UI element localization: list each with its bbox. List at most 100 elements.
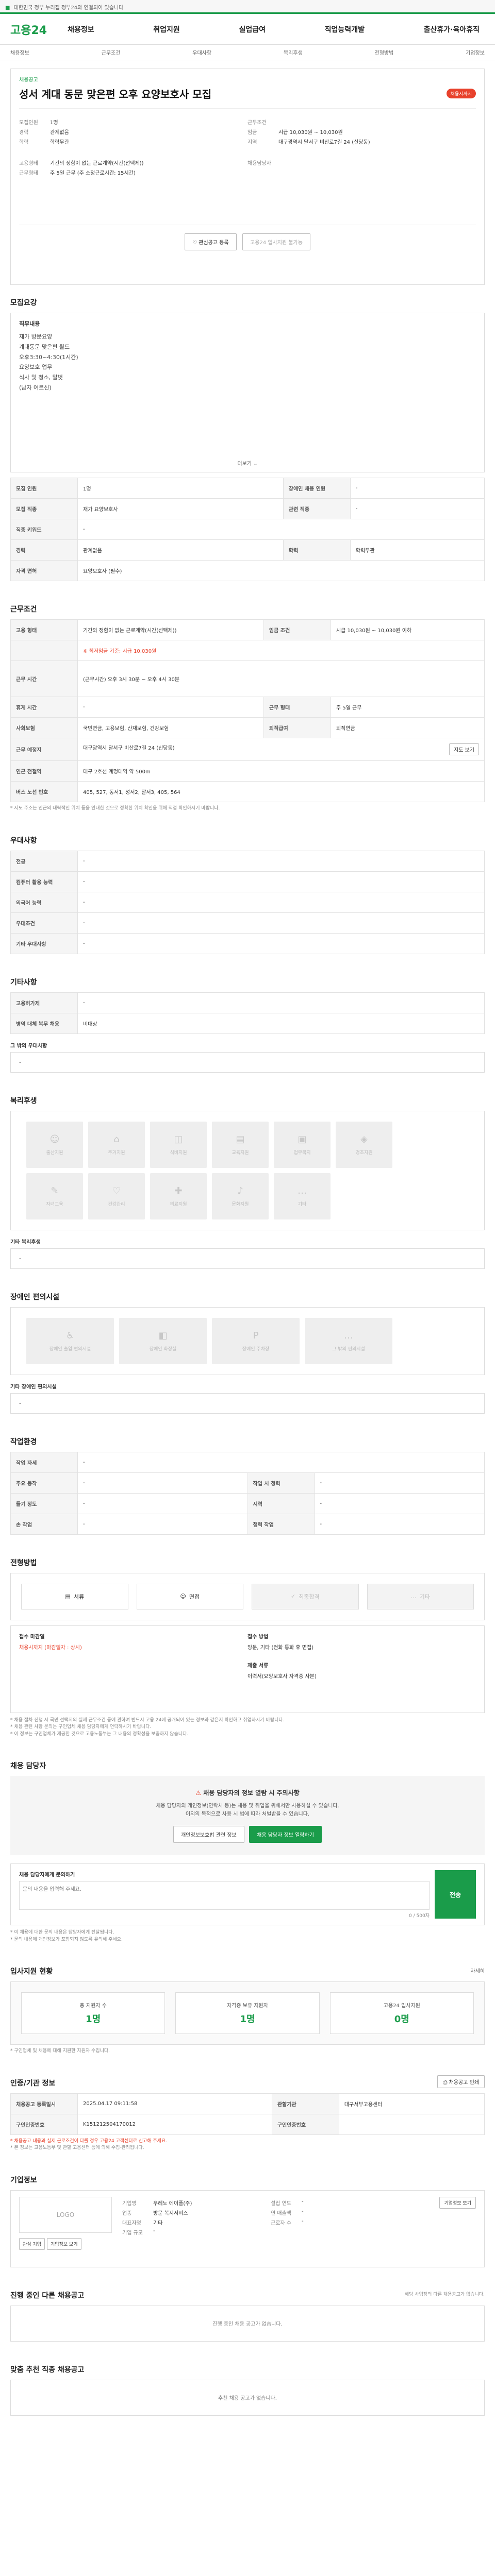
alert-icon: ⚠ <box>195 1789 204 1797</box>
warning-line: 채용 담당자의 개인정보(연락처 등)는 채용 및 취업을 위해서만 사용하실 … <box>156 1803 339 1809</box>
recruit-section: 모집요강 직무내용 재가 방문요양 계대동문 맞은편 월드 오후3:30~4:3… <box>0 290 495 581</box>
summary-value: 대구광역시 달서구 비산로7길 24 (신당동) <box>278 140 370 145</box>
table-header: 고용허가제 <box>10 992 78 1013</box>
tab-process[interactable]: 전형방법 <box>375 48 394 56</box>
welfare-title: 복리후생 <box>10 1096 37 1105</box>
table-cell: 2025.04.17 09:11:58 <box>77 2093 272 2114</box>
table-row: 주요 동작 - 작업 시 청력 - <box>10 1472 485 1494</box>
apply-disabled-button[interactable]: 고용24 입사지원 불가능 <box>242 233 310 250</box>
summary-key: 경력 <box>19 130 29 135</box>
company-info-button[interactable]: 기업정보 보기 <box>46 2238 81 2250</box>
more-button[interactable]: 더보기 ⌄ <box>11 459 484 467</box>
summary-key: 모집인원 <box>19 120 38 126</box>
chevron-down-icon: ⌄ <box>253 461 258 467</box>
other-jobs-empty: 진행 중인 채용 공고가 없습니다. <box>10 2305 485 2342</box>
gov-banner-text: 대한민국 정부 누리집 정부24와 연결되어 있습니다 <box>13 5 124 11</box>
disability-grid: ♿ 장애인 출입 편의시설 ◧ 장애인 화장실 P 장애인 주차장 … 그 밖의 편의시… <box>26 1317 469 1364</box>
job-desc-box: 직무내용 재가 방문요양 계대동문 맞은편 월드 오후3:30~4:30(1시간… <box>10 313 485 472</box>
company-key: 근로자 수 <box>271 2220 291 2226</box>
privacy-info-button[interactable]: 개인정보보호법 관련 정보 <box>173 1826 244 1843</box>
company-value: - <box>153 2228 155 2234</box>
table-header: 전공 <box>10 850 78 872</box>
disability-label: 장애인 출입 편의시설 <box>49 1346 91 1352</box>
table-cell: 대구광역시 달서구 비산로7길 24 (신당동) 지도 보기 <box>77 738 485 761</box>
welfare-item: ▤ 교육지원 <box>212 1121 269 1168</box>
table-header: 작업 시 청력 <box>247 1472 315 1494</box>
process-section: 전형방법 ▤ 서류 ☺ 면접 ✓ 최종합격 … 기타 접수 마감일 채용시까지 (마감일… <box>0 1550 495 1738</box>
other-jobs-section: 진행 중인 다른 채용공고 해당 사업장의 다른 채용공고가 없습니다. 진행 … <box>0 2283 495 2342</box>
tab-preference[interactable]: 우대사항 <box>192 48 211 56</box>
nav-jobs[interactable]: 채용정보 <box>68 24 94 35</box>
tab-welfare[interactable]: 복리후생 <box>284 48 303 56</box>
tab-conditions[interactable]: 근무조건 <box>102 48 121 56</box>
documents-value: 이력서(요양보호사 자격증 사본) <box>248 1673 317 1680</box>
table-cell: - <box>77 912 485 934</box>
welfare-item: ♡ 건강관리 <box>88 1173 145 1219</box>
site-logo[interactable]: 고용24 <box>10 21 47 38</box>
table-header: 우대조건 <box>10 912 78 934</box>
company-key: 연 매출액 <box>271 2210 291 2216</box>
table-header: 사회보험 <box>10 717 78 738</box>
summary-key: 고용형태 <box>19 161 38 166</box>
preference-section: 우대사항 전공 - 컴퓨터 활용 능력 - 외국어 능력 - 우대조건 - 기타 우대사… <box>0 828 495 954</box>
company-value: 우레노 에이플(주) <box>153 2200 192 2207</box>
manage-note: * 채용공고 내용과 실제 근로조건이 다를 경우 고용24 고객센터로 신고해… <box>10 2138 168 2144</box>
table-cell: - <box>77 992 485 1013</box>
job-desc-line: 계대동문 맞은편 월드 <box>19 343 70 350</box>
etc-table: 고용허가제 - 병역 대체 복무 채용 비대상 <box>10 992 485 1034</box>
company-side-button[interactable]: 기업정보 보기 <box>439 2196 476 2209</box>
recommend-section: 맞춤 추천 직종 채용공고 추천 채용 공고가 없습니다. <box>0 2357 495 2416</box>
applicant-stat: 총 지원자 수 1명 <box>21 1992 166 2034</box>
table-row: 인근 전철역 대구 2호선 계명대역 약 500m <box>10 760 485 782</box>
contact-title: 채용 담당자 <box>10 1762 46 1770</box>
nav-parental-leave[interactable]: 출산휴가·육아휴직 <box>424 24 480 35</box>
disability-item: … 그 밖의 편의시설 <box>305 1317 392 1364</box>
applicants-more-link[interactable]: 자세히 <box>470 1967 485 1974</box>
table-header: 모집 인원 <box>10 478 78 499</box>
map-button[interactable]: 지도 보기 <box>449 743 479 755</box>
welfare-label: 자녀교육 <box>46 1201 63 1207</box>
welfare-label: 주거지원 <box>108 1150 125 1156</box>
table-cell: - <box>314 1513 485 1535</box>
process-note: * 채용 관련 사항 문의는 구인업체 채용 담당자에게 연락하시기 바랍니다. <box>10 1724 152 1730</box>
inquiry-textarea[interactable] <box>19 1881 430 1910</box>
tab-company[interactable]: 기업정보 <box>466 48 485 56</box>
welfare-label: 경조지원 <box>355 1150 373 1156</box>
nav-employment-support[interactable]: 취업지원 <box>153 24 180 35</box>
more-label: 더보기 <box>237 461 252 467</box>
interest-button[interactable]: ♡ 관심공고 등록 <box>185 233 237 250</box>
table-cell: - <box>77 1513 248 1535</box>
inquiry-send-button[interactable]: 전송 <box>435 1870 476 1919</box>
company-interest-button[interactable]: 관심 기업 <box>19 2238 45 2250</box>
etc-title: 기타사항 <box>10 978 37 987</box>
nav-vocational-training[interactable]: 직업능력개발 <box>325 24 365 35</box>
table-header: 주요 동작 <box>10 1472 78 1494</box>
table-header: 인근 전철역 <box>10 760 78 782</box>
heart-icon: ♡ <box>192 240 199 246</box>
summary-value: 시급 10,030원 ~ 10,030원 <box>278 130 343 135</box>
min-wage-note: ※ 최저임금 기준: 시급 10,030원 <box>77 640 485 661</box>
table-cell: 퇴직연금 <box>330 717 485 738</box>
table-cell: 대구서부고용센터 <box>338 2093 485 2114</box>
recruit-title: 모집요강 <box>10 299 37 307</box>
print-button[interactable]: ⎙ 채용공고 인쇄 <box>437 2075 485 2088</box>
warning-text: 채용 담당자의 개인정보(연락처 등)는 채용 및 취업을 위해서만 사용하실 … <box>23 1802 472 1819</box>
manage-notes: * 채용공고 내용과 실제 근로조건이 다를 경우 고용24 고객센터로 신고해… <box>10 2138 485 2152</box>
school-icon: ✎ <box>51 1185 59 1196</box>
job-desc-line: (남자 어르신) <box>19 384 52 391</box>
welfare-label: 교육지원 <box>232 1150 249 1156</box>
disability-item: P 장애인 주차장 <box>212 1317 300 1364</box>
table-cell: - <box>77 933 485 954</box>
deadline-label: 접수 마감일 <box>19 1634 45 1640</box>
tab-recruit[interactable]: 채용정보 <box>10 48 29 56</box>
company-key: 기업 규모 <box>122 2230 143 2236</box>
disability-label: 그 밖의 편의시설 <box>332 1346 365 1352</box>
print-label: 채용공고 인쇄 <box>449 2080 479 2086</box>
company-title: 기업정보 <box>10 2176 37 2184</box>
nav-unemployment-benefit[interactable]: 실업급여 <box>239 24 266 35</box>
recommend-title: 맞춤 추천 직종 채용공고 <box>10 2365 85 2374</box>
process-step-label: 면접 <box>189 1593 200 1600</box>
table-row: 작업 자세 - <box>10 1451 485 1473</box>
contact-notes: * 이 채용에 대한 문의 내용은 담당자에게 전달됩니다. * 문의 내용에 … <box>10 1929 485 1943</box>
view-contact-button[interactable]: 채용 담당자 정보 열람하기 <box>249 1826 322 1843</box>
